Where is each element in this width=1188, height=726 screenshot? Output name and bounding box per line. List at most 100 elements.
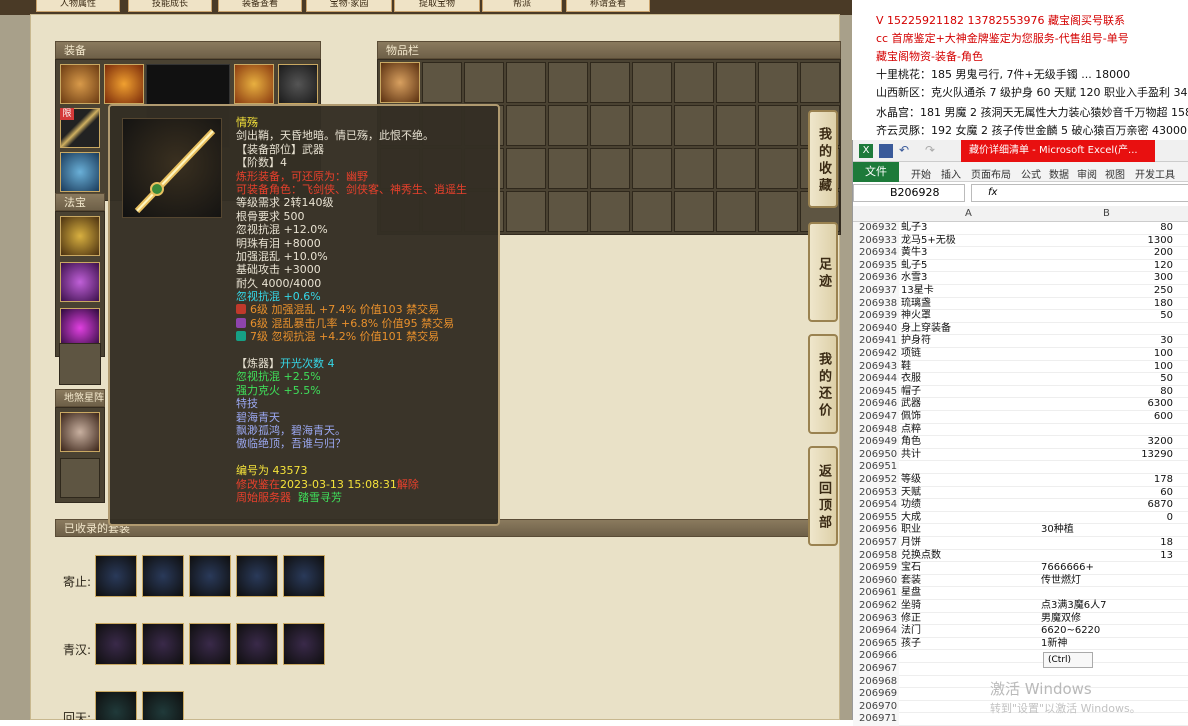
bag-slot[interactable] bbox=[632, 191, 672, 232]
row-number[interactable]: 206951 bbox=[853, 461, 899, 474]
row-number[interactable]: 206953 bbox=[853, 486, 899, 500]
equip-slot-armor[interactable] bbox=[234, 64, 274, 104]
bag-slot[interactable] bbox=[716, 105, 756, 146]
cell-b[interactable]: 6620~6220 bbox=[1041, 625, 1173, 638]
equip-slot-shoes[interactable] bbox=[60, 152, 100, 192]
tab-review[interactable]: 审阅 bbox=[1077, 166, 1097, 181]
set-piece-icon[interactable] bbox=[142, 623, 184, 665]
cell-a[interactable]: 兑换点数 bbox=[901, 550, 1039, 563]
row-number[interactable]: 206957 bbox=[853, 537, 899, 550]
row-number[interactable]: 206938 bbox=[853, 297, 899, 311]
earth-slot-1[interactable] bbox=[60, 412, 100, 452]
row-number[interactable]: 206939 bbox=[853, 310, 899, 323]
row-number[interactable]: 206946 bbox=[853, 398, 899, 411]
cell-a[interactable]: 职业 bbox=[901, 524, 1039, 537]
row-number[interactable]: 206945 bbox=[853, 385, 899, 399]
cell-a[interactable]: 黄牛3 bbox=[901, 247, 1039, 260]
cell-b[interactable]: 男魔双修 bbox=[1041, 613, 1173, 626]
cell-a[interactable]: 共计 bbox=[901, 449, 1039, 462]
cell-b[interactable]: 0 bbox=[1041, 512, 1173, 525]
cell-b[interactable]: 7666666+ bbox=[1041, 562, 1173, 575]
cell-a[interactable]: 项链 bbox=[901, 348, 1039, 361]
cell-a[interactable]: 坐骑 bbox=[901, 600, 1039, 613]
cell-b[interactable]: 点3满3魔6人7 bbox=[1041, 600, 1173, 613]
row-number[interactable]: 206944 bbox=[853, 373, 899, 386]
cell-b[interactable]: 50 bbox=[1041, 373, 1173, 386]
bag-slot[interactable] bbox=[716, 62, 756, 103]
row-number[interactable]: 206960 bbox=[853, 574, 899, 588]
row-number[interactable]: 206950 bbox=[853, 448, 899, 462]
bag-slot[interactable] bbox=[464, 62, 504, 103]
undo-icon[interactable]: ↶ bbox=[899, 143, 909, 157]
row-number[interactable]: 206956 bbox=[853, 524, 899, 537]
row-number[interactable]: 206959 bbox=[853, 562, 899, 575]
tab-formulas[interactable]: 公式 bbox=[1021, 166, 1041, 181]
cell-a[interactable]: 法门 bbox=[901, 625, 1039, 638]
col-b-header[interactable]: B bbox=[1103, 208, 1110, 219]
cell-b[interactable]: 250 bbox=[1041, 285, 1173, 298]
cell-a[interactable]: 天赋 bbox=[901, 487, 1039, 500]
tab-page-layout[interactable]: 页面布局 bbox=[971, 166, 1011, 181]
cell-b[interactable]: 传世燃灯 bbox=[1041, 575, 1173, 588]
row-number[interactable]: 206934 bbox=[853, 247, 899, 260]
cell-a[interactable]: 身上穿装备 bbox=[901, 323, 1039, 336]
row-number[interactable]: 206947 bbox=[853, 411, 899, 424]
equip-slot-hat[interactable] bbox=[60, 64, 100, 104]
tab-view[interactable]: 视图 bbox=[1105, 166, 1125, 181]
cell-b[interactable]: 3200 bbox=[1041, 436, 1173, 449]
bag-slot[interactable] bbox=[674, 191, 714, 232]
cell-b[interactable]: 6300 bbox=[1041, 398, 1173, 411]
cell-a[interactable]: 琉璃盏 bbox=[901, 298, 1039, 311]
row-number[interactable]: 206943 bbox=[853, 360, 899, 374]
tab-treasure[interactable]: 宝物·家园 bbox=[306, 0, 392, 12]
cell-a[interactable]: 虬子5 bbox=[901, 260, 1039, 273]
cell-b[interactable]: 60 bbox=[1041, 487, 1173, 500]
cell-a[interactable]: 星盘 bbox=[901, 587, 1039, 600]
row-number[interactable]: 206965 bbox=[853, 637, 899, 651]
row-number[interactable]: 206936 bbox=[853, 272, 899, 285]
cell-a[interactable]: 等级 bbox=[901, 474, 1039, 487]
bag-slot[interactable] bbox=[506, 105, 546, 146]
tab-file[interactable]: 文件 bbox=[853, 162, 899, 182]
cell-a[interactable]: 宝石 bbox=[901, 562, 1039, 575]
treasure-slot-1[interactable] bbox=[60, 216, 100, 256]
tab-guild[interactable]: 帮派 bbox=[482, 0, 562, 12]
cell-b[interactable]: 18 bbox=[1041, 537, 1173, 550]
cell-b[interactable]: 1新神 bbox=[1041, 638, 1173, 651]
bag-slot[interactable] bbox=[422, 62, 462, 103]
row-number[interactable]: 206970 bbox=[853, 700, 899, 714]
bag-slot[interactable] bbox=[548, 148, 588, 189]
redo-icon[interactable]: ↷ bbox=[925, 143, 935, 157]
bag-slot[interactable] bbox=[758, 148, 798, 189]
bag-slot[interactable] bbox=[506, 148, 546, 189]
name-box[interactable]: B206928 bbox=[853, 184, 965, 202]
cell-a[interactable]: 衣服 bbox=[901, 373, 1039, 386]
cell-a[interactable]: 帽子 bbox=[901, 386, 1039, 399]
cell-a[interactable]: 佩饰 bbox=[901, 411, 1039, 424]
row-number[interactable]: 206964 bbox=[853, 625, 899, 638]
cell-a[interactable]: 13星卡 bbox=[901, 285, 1039, 298]
cell-a[interactable]: 修正 bbox=[901, 613, 1039, 626]
row-number[interactable]: 206961 bbox=[853, 587, 899, 600]
cell-a[interactable]: 鞋 bbox=[901, 361, 1039, 374]
bag-slot[interactable] bbox=[548, 105, 588, 146]
cell-b[interactable]: 50 bbox=[1041, 310, 1173, 323]
set-piece-icon[interactable] bbox=[189, 555, 231, 597]
cell-a[interactable]: 护身符 bbox=[901, 335, 1039, 348]
cell-a[interactable]: 角色 bbox=[901, 436, 1039, 449]
cell-b[interactable]: 30种植 bbox=[1041, 524, 1173, 537]
cell-a[interactable]: 龙马5+无极 bbox=[901, 235, 1039, 248]
cell-a[interactable]: 套装 bbox=[901, 575, 1039, 588]
bag-slot[interactable] bbox=[758, 191, 798, 232]
row-number[interactable]: 206966 bbox=[853, 650, 899, 663]
cell-b[interactable]: 80 bbox=[1041, 222, 1173, 235]
bag-slot[interactable] bbox=[506, 62, 546, 103]
tab-equipment[interactable]: 装备查看 bbox=[218, 0, 302, 12]
row-number[interactable]: 206968 bbox=[853, 675, 899, 689]
cell-b[interactable]: 1300 bbox=[1041, 235, 1173, 248]
bag-slot[interactable] bbox=[632, 105, 672, 146]
treasure-slot-3[interactable] bbox=[60, 308, 100, 348]
row-number[interactable]: 206963 bbox=[853, 612, 899, 626]
tab-titles[interactable]: 称谓查看 bbox=[566, 0, 650, 12]
bag-slot[interactable] bbox=[590, 148, 630, 189]
